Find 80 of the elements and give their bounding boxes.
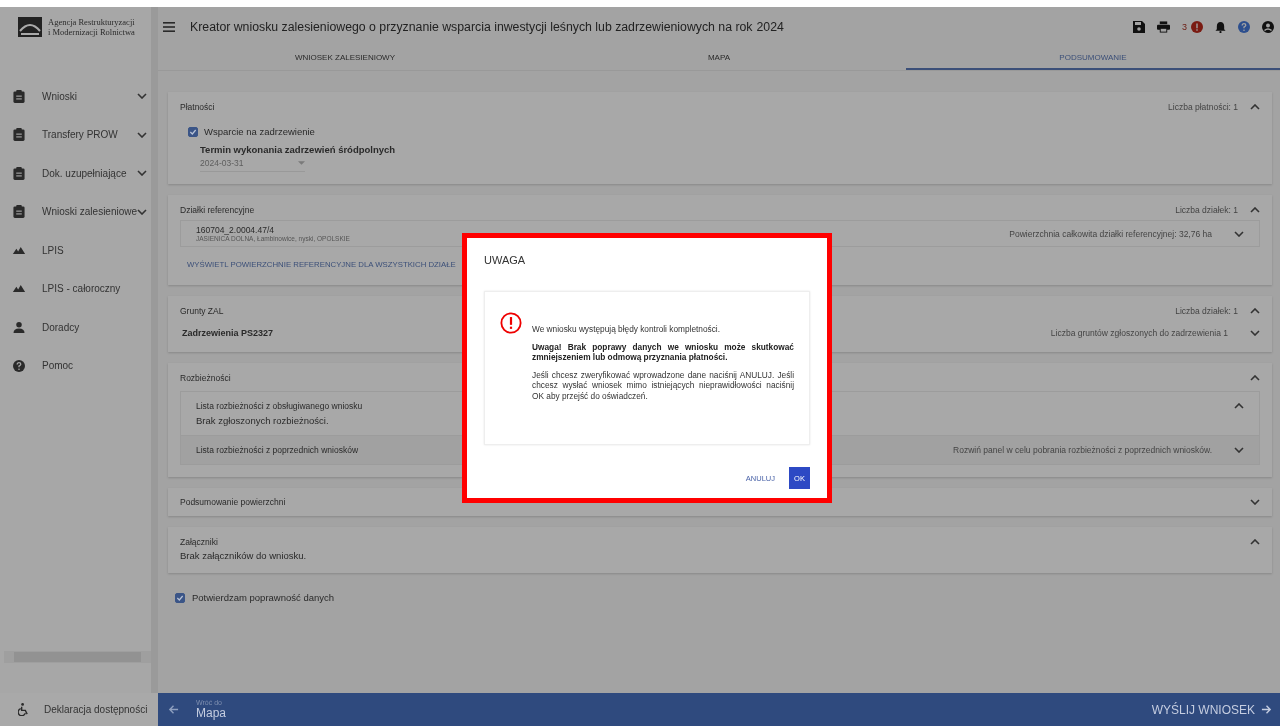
sidebar-item[interactable]: Wnioski <box>0 77 152 116</box>
section-title: Załączniki <box>180 537 218 547</box>
save-icon[interactable] <box>1133 21 1145 33</box>
bell-icon[interactable] <box>1215 21 1226 33</box>
tab[interactable]: PODSUMOWANIE <box>906 47 1280 70</box>
year-label: 2024 <box>756 20 784 34</box>
date-select[interactable]: 2024-03-31 <box>200 158 305 172</box>
checkbox[interactable] <box>188 126 198 137</box>
section-title: Płatności <box>180 102 215 112</box>
sidebar-item[interactable]: LPIS <box>0 231 152 270</box>
page-title: Kreator wniosku zalesieniowego o przyznanie wsparcia inwestycji leśnych lub zadrzewieniowych na rok <box>190 20 753 34</box>
panel-title: Lista rozbieżności z obsługiwanego wniosku <box>196 401 363 411</box>
sidebar-item[interactable]: Wnioski zalesieniowe <box>0 192 152 231</box>
ground-name: Zadrzewienia PS2327 <box>182 328 274 338</box>
chevron-icon[interactable] <box>1234 403 1244 409</box>
panel-title: Lista rozbieżności z poprzednich wniosków <box>196 445 359 455</box>
section-title: Podsumowanie powierzchni <box>180 497 286 507</box>
wheelchair-icon <box>18 703 29 716</box>
sidebar-item[interactable]: Doradcy <box>0 308 152 347</box>
checkbox-label: Potwierdzam poprawność danych <box>192 592 335 603</box>
collapse-icon[interactable] <box>1250 308 1260 314</box>
count-label: Liczba działek: 1 <box>1175 205 1238 215</box>
checkbox-label: Wsparcie na zadrzewienie <box>204 126 315 137</box>
collapse-icon[interactable] <box>1250 539 1260 545</box>
collapse-icon[interactable] <box>1250 375 1260 381</box>
collapse-icon[interactable] <box>1250 104 1260 110</box>
help-icon[interactable] <box>1238 21 1250 33</box>
chevron-down-icon[interactable] <box>137 131 148 138</box>
error-count: 3 <box>1182 22 1187 32</box>
forward-arrow-icon <box>1261 704 1272 715</box>
collapse-icon[interactable] <box>1250 207 1260 213</box>
dialog-message: We wniosku występują błędy kontroli kompletności. <box>532 324 721 335</box>
panel-body: Brak zgłoszonych rozbieżności. <box>196 415 330 426</box>
area-text: Powierzchnia całkowita działki referencyjnej: 32,76 ha <box>1009 228 1212 239</box>
chevron-down-icon[interactable] <box>137 93 148 100</box>
warning-icon <box>500 312 522 334</box>
vertical-scrollbar[interactable] <box>151 7 158 693</box>
terrain-icon <box>12 285 26 293</box>
submit-button[interactable]: WYŚLIJ WNIOSEK <box>1145 701 1280 718</box>
chevron-down-icon[interactable] <box>137 208 148 215</box>
chevron-icon[interactable] <box>1250 330 1260 336</box>
chevron-icon[interactable] <box>1234 447 1244 453</box>
ground-info: Liczba gruntów zgłoszonych do zadrzewienia 1 <box>1050 328 1228 338</box>
section-title: Działki referencyjne <box>180 205 255 215</box>
checkbox[interactable] <box>175 592 185 603</box>
clipboard-icon <box>12 128 26 142</box>
parcel-id: 160704_2.0004.47/4 <box>196 225 275 235</box>
dialog-message: Jeśli chcesz zweryfikować wprowadzone dane naciśnij ANULUJ. Jeśli chcesz wysłać wniosek mimo istniejących nieprawidłowości naciśnij OK aby przejść do oświadczeń. <box>532 369 794 401</box>
dropdown-arrow-icon <box>298 161 305 165</box>
sidebar-item[interactable]: Dok. uzupełniające <box>0 154 152 193</box>
error-icon[interactable] <box>1191 21 1203 33</box>
dialog-message: Uwaga! Brak poprawy danych we wniosku może skutkować zmniejszeniem lub odmową przyznania płatności. <box>532 341 794 363</box>
clipboard-icon <box>12 89 26 103</box>
chevron-down-icon[interactable] <box>137 170 148 177</box>
panel-info: Rozwiń panel w celu pobrania rozbieżności z poprzednich wniosków. <box>953 445 1212 455</box>
terrain-icon <box>12 246 26 254</box>
attachments-text: Brak załączników do wniosku. <box>180 550 308 561</box>
section-title: Rozbieżności <box>180 373 231 383</box>
agency-logo-icon <box>18 17 42 37</box>
back-arrow-icon <box>168 704 179 715</box>
count-label: Liczba działek: 1 <box>1175 306 1238 316</box>
section-title: Grunty ZAL <box>180 306 224 316</box>
sidebar-item[interactable]: LPIS - całoroczny <box>0 269 152 308</box>
sidebar-item[interactable]: Transfery PROW <box>0 115 152 154</box>
sidebar-item[interactable]: Pomoc <box>0 346 152 385</box>
menu-icon[interactable] <box>163 22 175 32</box>
agency-name: Agencja Restrukturyzacji i Modernizacji Rolnictwa <box>48 17 135 37</box>
count-label: Liczba płatności: 1 <box>1168 102 1238 112</box>
field-label: Termin wykonania zadrzewień śródpolnych <box>200 144 397 155</box>
tab[interactable]: WNIOSEK ZALESIENIOWY <box>158 47 532 70</box>
expand-icon[interactable] <box>1250 499 1260 505</box>
help-icon <box>12 359 26 372</box>
dialog-title: UWAGA <box>484 254 527 266</box>
chevron-icon[interactable] <box>1234 230 1244 237</box>
account-icon[interactable] <box>1262 21 1274 33</box>
person-icon <box>12 321 26 333</box>
print-icon[interactable] <box>1157 21 1170 33</box>
clipboard-icon <box>12 205 26 219</box>
clipboard-icon <box>12 166 26 180</box>
tab[interactable]: MAPA <box>532 47 906 70</box>
